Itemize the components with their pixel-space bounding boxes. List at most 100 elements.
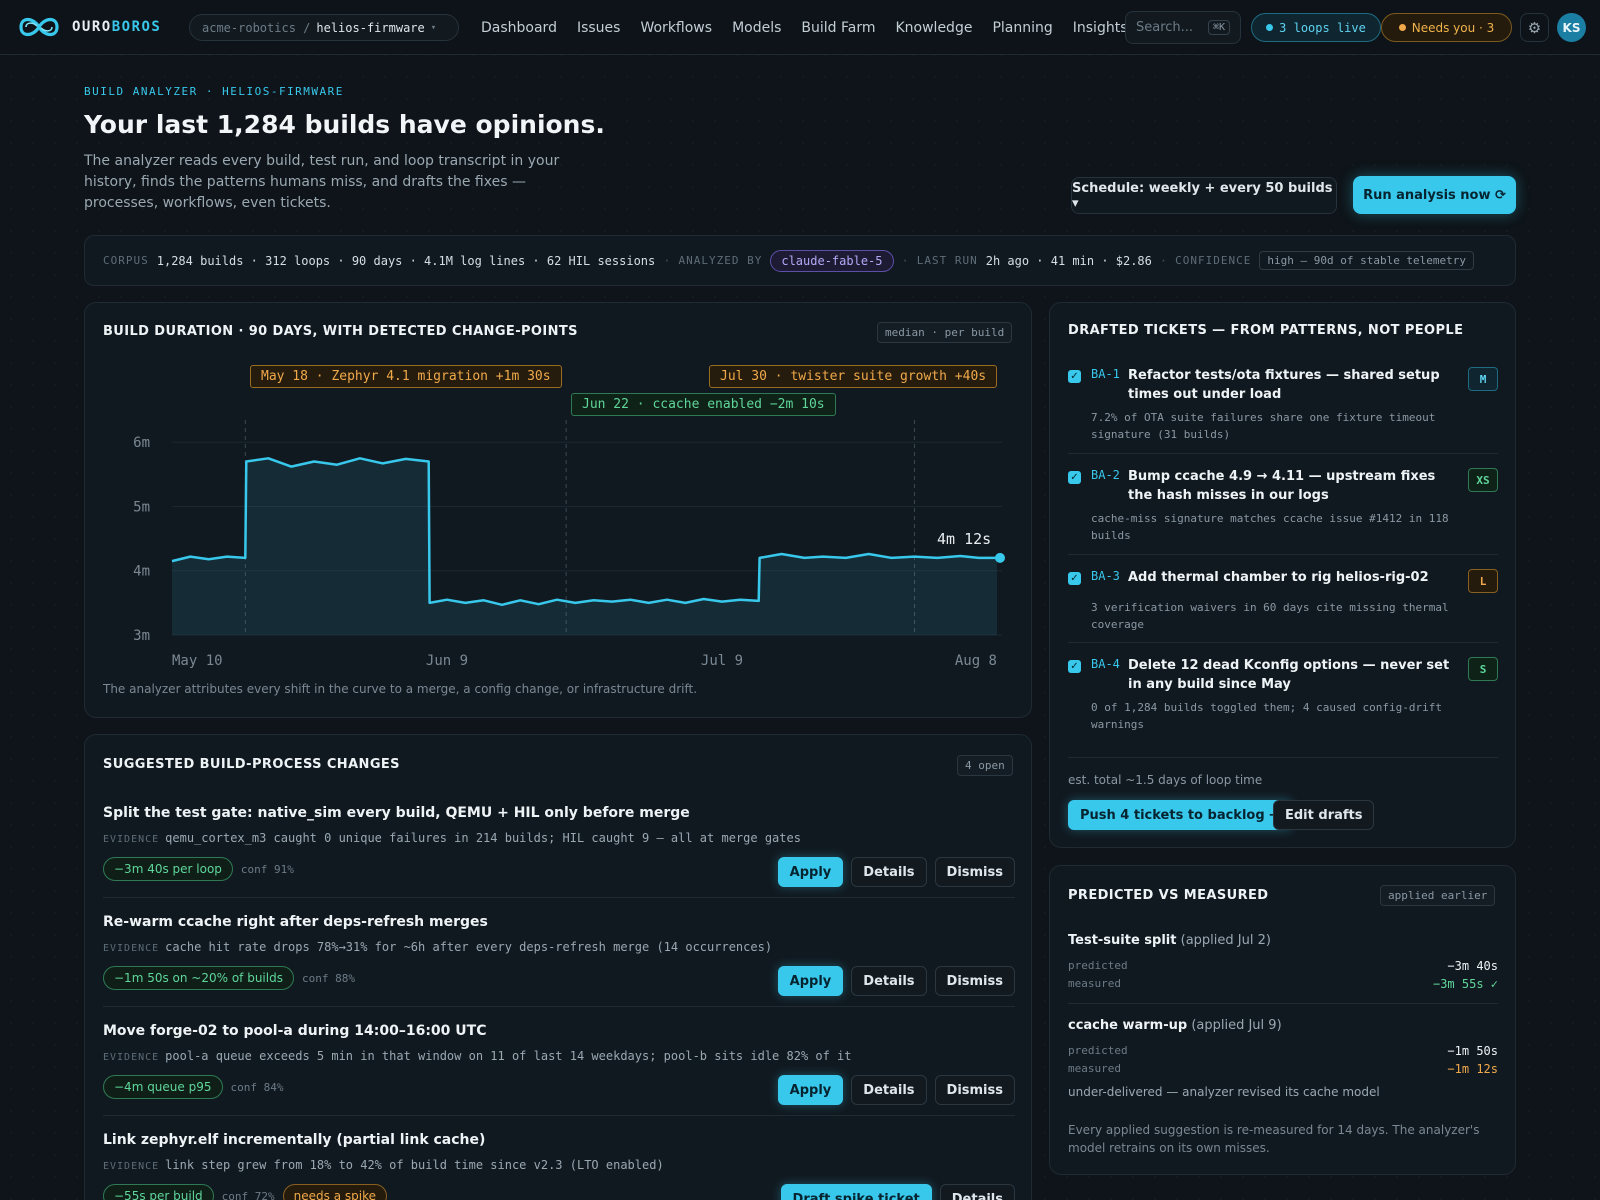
predicted-row: predicted −1m 50s: [1068, 1044, 1498, 1058]
applied-earlier-tag: applied earlier: [1380, 885, 1496, 906]
status-dot-icon: [1398, 24, 1406, 31]
main-nav: Dashboard Issues Workflows Models Build …: [481, 0, 1128, 55]
details-button[interactable]: Details: [851, 1075, 927, 1105]
x-tick-label: May 10: [172, 653, 223, 669]
loops-live-badge[interactable]: 3 loops live: [1251, 13, 1381, 42]
ticket-description: 7.2% of OTA suite failures share one fix…: [1091, 411, 1436, 441]
build-duration-chart: 6m 5m 4m 3m May 10 Jun 9 Jul 9 Aug 8 4m 12s: [133, 420, 1005, 669]
checkbox-checked-icon[interactable]: ✓: [1068, 471, 1081, 484]
ticket-id: BA-1: [1091, 367, 1120, 381]
measured-row: measured −1m 12s: [1068, 1062, 1498, 1076]
apply-button[interactable]: Apply: [777, 1075, 844, 1105]
checkbox-checked-icon[interactable]: ✓: [1068, 370, 1081, 383]
settings-button[interactable]: ⚙: [1520, 13, 1549, 42]
analyzed-by-label: ANALYZED BY: [678, 254, 763, 267]
suggestion-item: Link zephyr.elf incrementally (partial l…: [103, 1132, 1015, 1200]
app-name: OUROBOROS: [72, 19, 162, 35]
change-point-label-1[interactable]: May 18 · Zephyr 4.1 migration +1m 30s: [250, 365, 562, 388]
gain-badge: −1m 50s on ~20% of builds: [103, 966, 294, 990]
gain-badge: −55s per build: [103, 1184, 214, 1200]
push-tickets-button[interactable]: Push 4 tickets to backlog →: [1068, 800, 1293, 830]
suggestion-item: Split the test gate: native_sim every bu…: [103, 805, 1015, 887]
ticket-title: Add thermal chamber to rig helios-rig-02: [1128, 570, 1429, 585]
size-badge: XS: [1468, 468, 1498, 492]
details-button[interactable]: Details: [851, 857, 927, 887]
confidence-value: conf 84%: [230, 1080, 284, 1094]
x-tick-label: Jun 9: [426, 653, 468, 669]
ticket-id: BA-4: [1091, 657, 1120, 671]
apply-button[interactable]: Apply: [777, 966, 844, 996]
checkbox-checked-icon[interactable]: ✓: [1068, 572, 1081, 585]
details-button[interactable]: Details: [939, 1184, 1015, 1200]
chevron-down-icon: ▾: [430, 22, 437, 33]
draft-spike-ticket-button[interactable]: Draft spike ticket: [780, 1184, 932, 1200]
page-title: Your last 1,284 builds have opinions.: [84, 110, 605, 139]
apply-button[interactable]: Apply: [777, 857, 844, 887]
search-input[interactable]: Search... ⌘K: [1125, 11, 1241, 44]
nav-models[interactable]: Models: [732, 20, 781, 36]
nav-insights[interactable]: Insights: [1073, 20, 1128, 36]
change-point-label-2[interactable]: Jun 22 · ccache enabled −2m 10s: [571, 393, 836, 416]
corpus-value: 1,284 builds · 312 loops · 90 days · 4.1…: [156, 253, 656, 268]
drafted-tickets-title: DRAFTED TICKETS — FROM PATTERNS, NOT PEO…: [1068, 323, 1464, 338]
nav-workflows[interactable]: Workflows: [640, 20, 712, 36]
loops-live-label: 3 loops live: [1279, 20, 1366, 35]
suggestion-evidence: EVIDENCE cache hit rate drops 78%→31% for…: [103, 940, 773, 954]
page-eyebrow: BUILD ANALYZER · HELIOS-FIRMWARE: [84, 85, 344, 98]
nav-planning[interactable]: Planning: [992, 20, 1052, 36]
repo-selector[interactable]: acme-robotics / helios-firmware ▾: [189, 14, 459, 41]
series-area: [172, 458, 997, 635]
nav-build-farm[interactable]: Build Farm: [801, 20, 875, 36]
avatar[interactable]: KS: [1557, 13, 1586, 42]
dismiss-button[interactable]: Dismiss: [934, 857, 1015, 887]
size-badge: M: [1468, 367, 1498, 391]
dismiss-button[interactable]: Dismiss: [934, 1075, 1015, 1105]
search-shortcut: ⌘K: [1207, 20, 1230, 35]
details-button[interactable]: Details: [851, 966, 927, 996]
suggestion-title: Re-warm ccache right after deps-refresh …: [103, 914, 488, 930]
page-description: The analyzer reads every build, test run…: [84, 153, 560, 211]
suggestion-title: Move forge-02 to pool-a during 14:00–16:…: [103, 1023, 487, 1039]
ticket-id: BA-3: [1091, 569, 1120, 583]
ticket-description: cache-miss signature matches ccache issu…: [1091, 512, 1449, 542]
logo[interactable]: OUROBOROS: [16, 12, 161, 42]
build-duration-title: BUILD DURATION · 90 DAYS, WITH DETECTED …: [103, 324, 578, 339]
status-dot-icon: [1266, 24, 1274, 31]
gear-icon: ⚙: [1527, 18, 1542, 37]
measurement-note: under-delivered — analyzer revised its c…: [1068, 1085, 1380, 1099]
suggestion-title: Link zephyr.elf incrementally (partial l…: [103, 1132, 486, 1148]
measured-row: measured −3m 55s ✓: [1068, 977, 1498, 991]
suggestion-item: Re-warm ccache right after deps-refresh …: [103, 914, 1015, 996]
checkbox-checked-icon[interactable]: ✓: [1068, 660, 1081, 673]
open-count-tag: 4 open: [957, 755, 1013, 776]
ticket-id: BA-2: [1091, 468, 1120, 482]
suggestion-title: Split the test gate: native_sim every bu…: [103, 805, 690, 821]
ticket-title: Delete 12 dead Kconfig options — never s…: [1128, 658, 1450, 692]
run-analysis-button[interactable]: Run analysis now ⟳: [1353, 176, 1516, 214]
edit-drafts-button[interactable]: Edit drafts: [1273, 800, 1375, 830]
suggestion-item: Move forge-02 to pool-a during 14:00–16:…: [103, 1023, 1015, 1105]
nav-dashboard[interactable]: Dashboard: [481, 20, 557, 36]
top-bar: OUROBOROS acme-robotics / helios-firmwar…: [0, 0, 1600, 55]
change-point-label-3[interactable]: Jul 30 · twister suite growth +40s: [709, 365, 998, 388]
repo-name: helios-firmware: [316, 20, 425, 35]
confidence-chip: high — 90d of stable telemetry: [1259, 251, 1475, 270]
median-tag: median · per build: [877, 322, 1013, 343]
needs-you-badge[interactable]: Needs you · 3: [1381, 13, 1512, 42]
nav-knowledge[interactable]: Knowledge: [895, 20, 972, 36]
nav-issues[interactable]: Issues: [577, 20, 621, 36]
gain-badge: −3m 40s per loop: [103, 857, 233, 881]
schedule-dropdown[interactable]: Schedule: weekly + every 50 builds ▾: [1071, 177, 1337, 214]
repo-org: acme-robotics /: [202, 20, 311, 35]
applied-item-title: ccache warm-up (applied Jul 9): [1068, 1018, 1282, 1033]
corpus-summary: CORPUS 1,284 builds · 312 loops · 90 day…: [84, 235, 1516, 286]
ticket-description: 3 verification waivers in 60 days cite m…: [1091, 601, 1449, 631]
x-tick-label: Aug 8: [955, 653, 997, 669]
dismiss-button[interactable]: Dismiss: [934, 966, 1015, 996]
model-chip[interactable]: claude-fable-5: [770, 249, 894, 272]
ticket-title: Refactor tests/ota fixtures — shared set…: [1128, 368, 1440, 402]
confidence-value: conf 72%: [221, 1189, 275, 1200]
ticket-title: Bump ccache 4.9 → 4.11 — upstream fixes …: [1128, 469, 1436, 503]
ouroboros-logo-icon: [19, 17, 59, 37]
last-run-label: LAST RUN: [916, 254, 978, 267]
